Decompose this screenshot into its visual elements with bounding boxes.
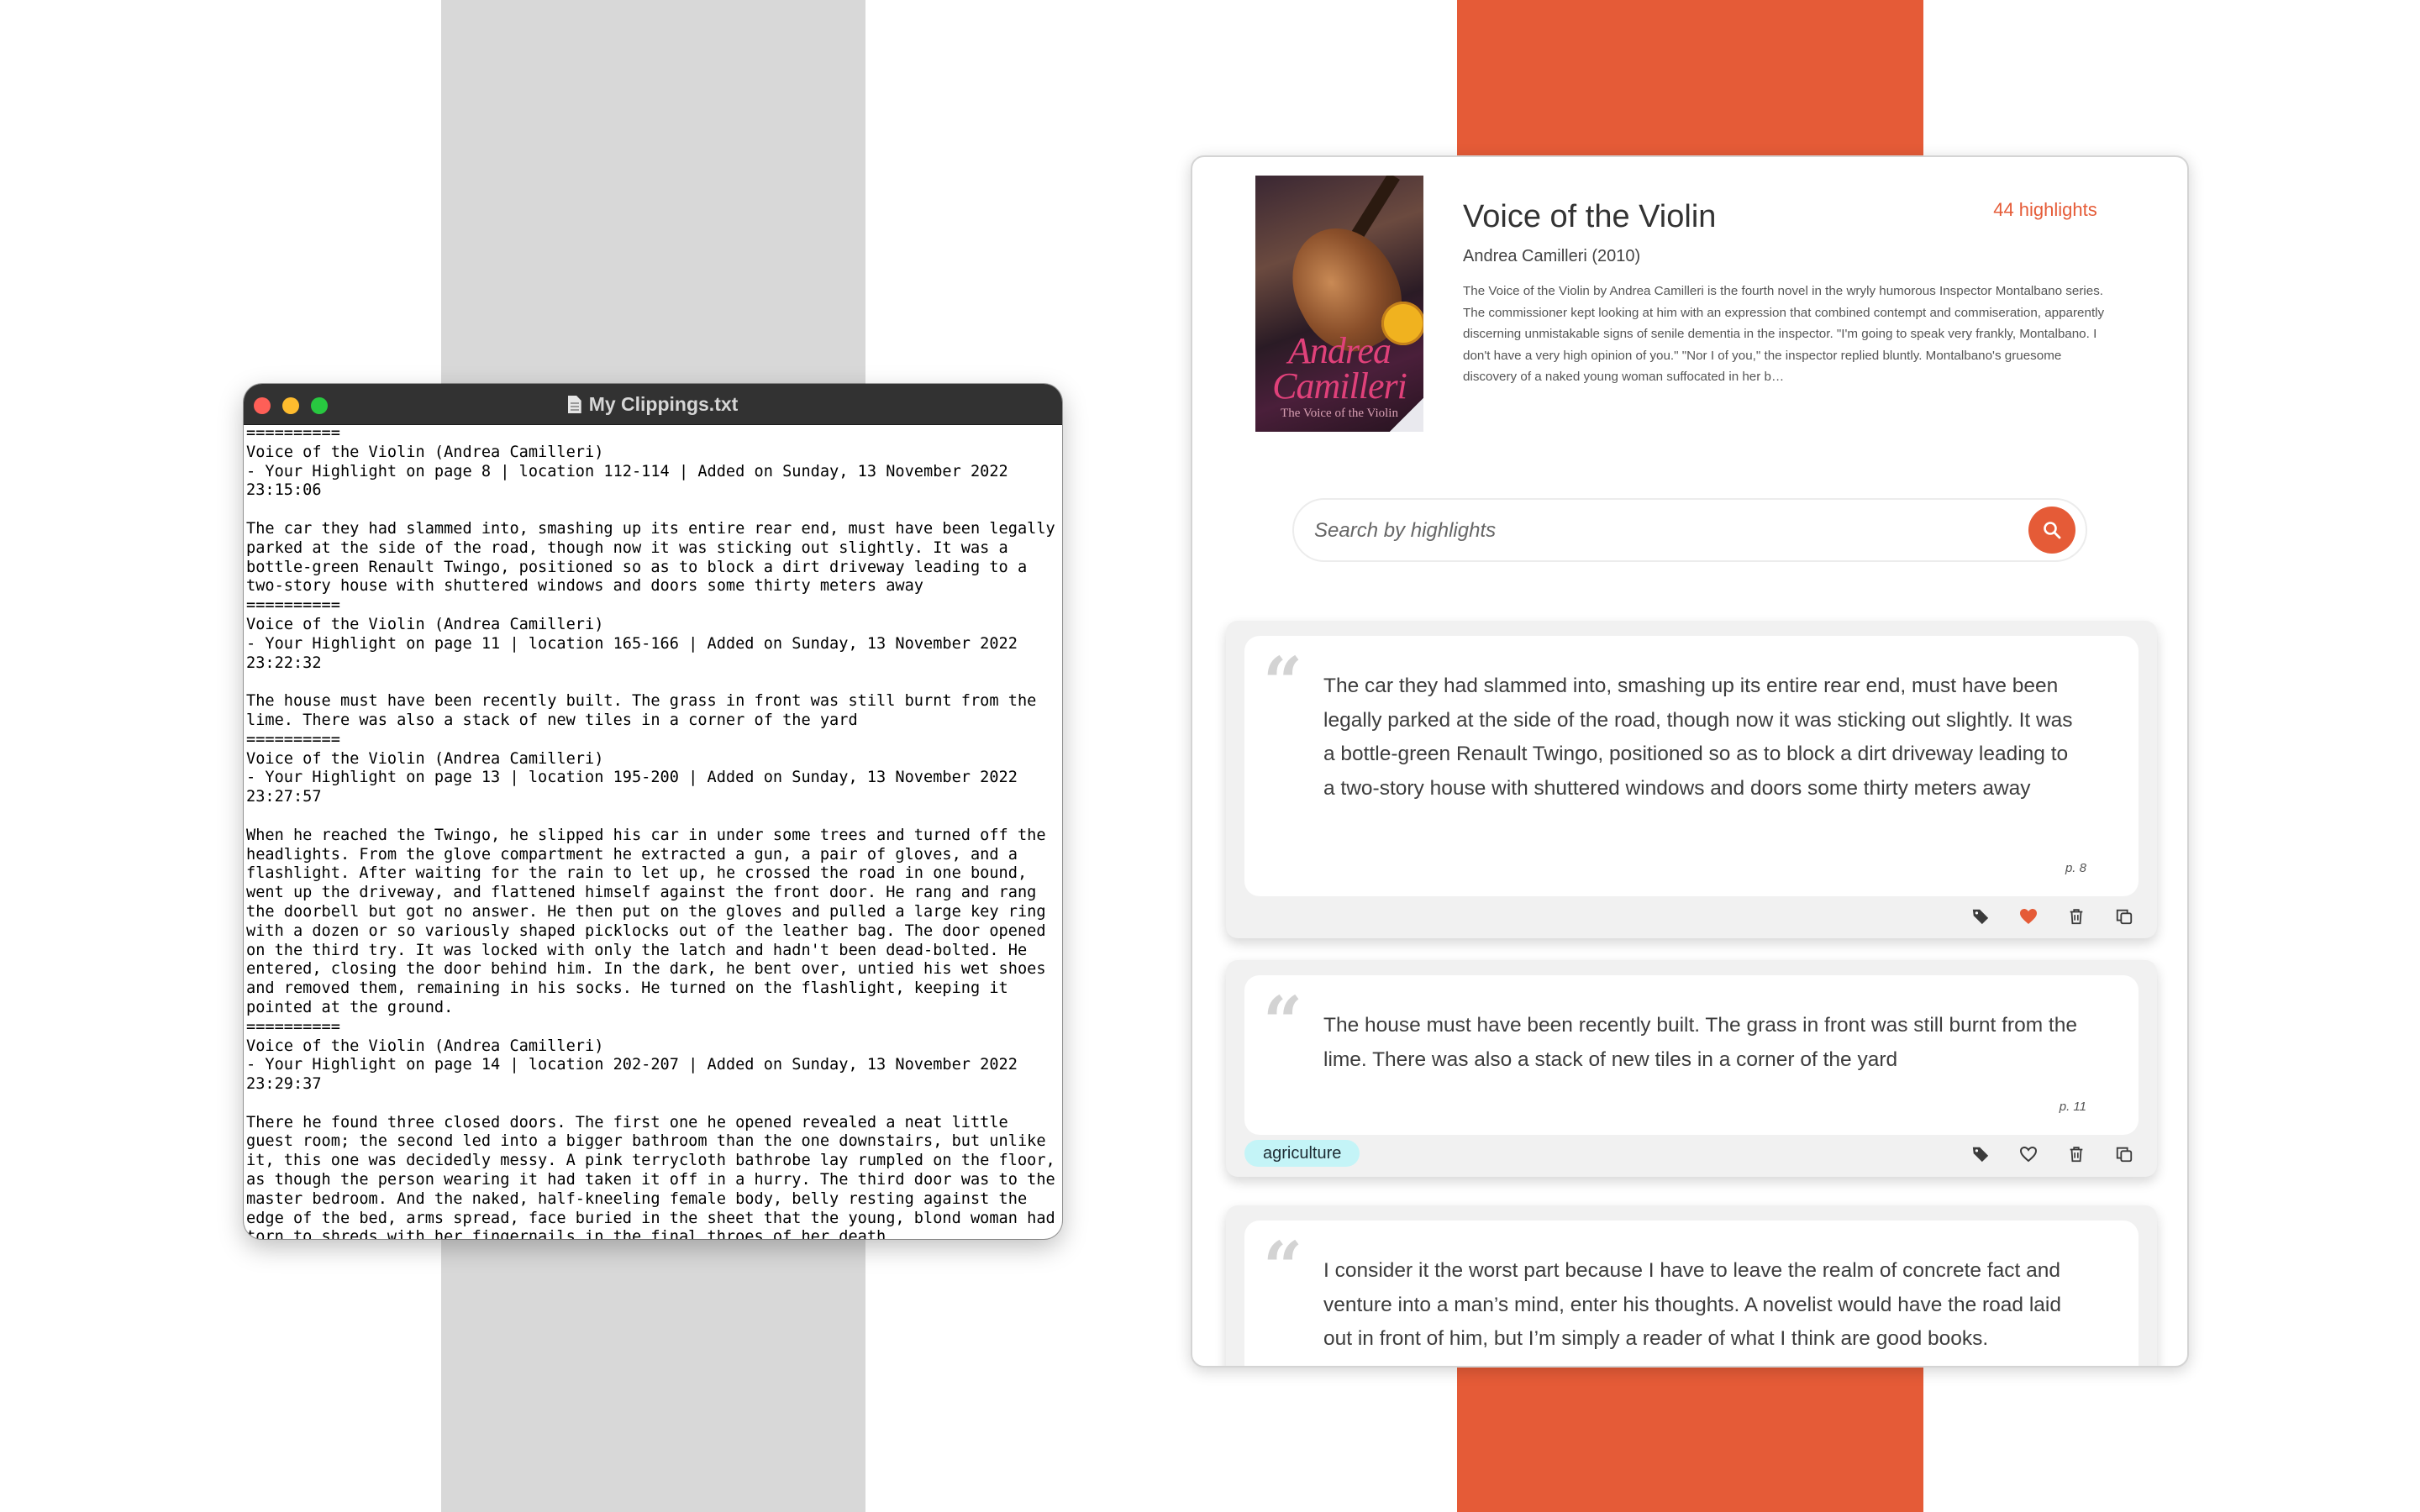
window-title-text: My Clippings.txt [588,393,739,415]
search-icon [2044,522,2061,539]
book-cover-image[interactable]: Andrea Camilleri The Voice of the Violin [1255,176,1423,432]
highlight-body: “ The house must have been recently buil… [1244,975,2139,1135]
cover-author-text: Andrea Camilleri [1272,330,1407,407]
document-icon [567,396,581,413]
highlight-page: p. 8 [2065,861,2086,875]
trash-icon [2070,1146,2082,1162]
search-button[interactable] [2028,507,2075,554]
tag-icon [1972,1147,1988,1162]
heart-outline-icon [2019,1146,2037,1162]
editor-content-area[interactable]: ========== Voice of the Violin (Andrea C… [244,424,1062,1239]
tag-button[interactable] [1965,1139,1995,1168]
highlight-page: p. 11 [2059,1100,2086,1114]
highlight-actions [1965,1139,2139,1168]
favorite-button[interactable] [2013,901,2043,931]
highlight-text[interactable]: The house must have been recently built.… [1323,1009,2080,1077]
window-title: My Clippings.txt [244,384,1062,424]
highlight-text[interactable]: I consider it the worst part because I h… [1323,1254,2080,1357]
highlight-search-bar [1292,498,2087,562]
tag-icon [1972,909,1988,924]
window-titlebar[interactable]: My Clippings.txt [244,384,1062,425]
highlight-body: “ The car they had slammed into, smashin… [1244,636,2139,896]
copy-button[interactable] [2109,1139,2139,1168]
clippings-text[interactable]: ========== Voice of the Violin (Andrea C… [246,424,1057,1239]
copy-icon [2116,909,2132,924]
text-editor-window: My Clippings.txt ========== Voice of the… [244,384,1062,1239]
quote-icon: “ [1263,1227,1303,1308]
cover-page-curl [1390,398,1423,432]
heart-filled-icon [2019,908,2037,924]
tag-chip[interactable]: agriculture [1244,1140,1360,1167]
copy-icon [2116,1147,2132,1162]
book-highlights-card: Andrea Camilleri The Voice of the Violin… [1191,155,2189,1368]
highlight-card: “ The car they had slammed into, smashin… [1226,621,2157,938]
quote-icon: “ [1263,643,1303,723]
book-author-year: Andrea Camilleri (2010) [1463,247,1641,265]
highlight-body: “ I consider it the worst part because I… [1244,1221,2139,1366]
highlight-count[interactable]: 44 highlights [1982,199,2108,221]
highlight-card: “ The house must have been recently buil… [1226,960,2157,1177]
tag-button[interactable] [1965,901,1995,931]
delete-button[interactable] [2061,901,2091,931]
book-description: The Voice of the Violin by Andrea Camill… [1463,284,2105,384]
highlight-text[interactable]: The car they had slammed into, smashing … [1323,669,2080,806]
book-title: Voice of the Violin [1463,199,1717,234]
favorite-button[interactable] [2013,1139,2043,1168]
delete-button[interactable] [2061,1139,2091,1168]
trash-icon [2070,908,2082,924]
highlight-actions [1965,901,2139,931]
quote-icon: “ [1263,982,1303,1063]
copy-button[interactable] [2109,901,2139,931]
highlight-card: “ I consider it the worst part because I… [1226,1205,2157,1366]
search-input[interactable] [1313,512,2005,550]
